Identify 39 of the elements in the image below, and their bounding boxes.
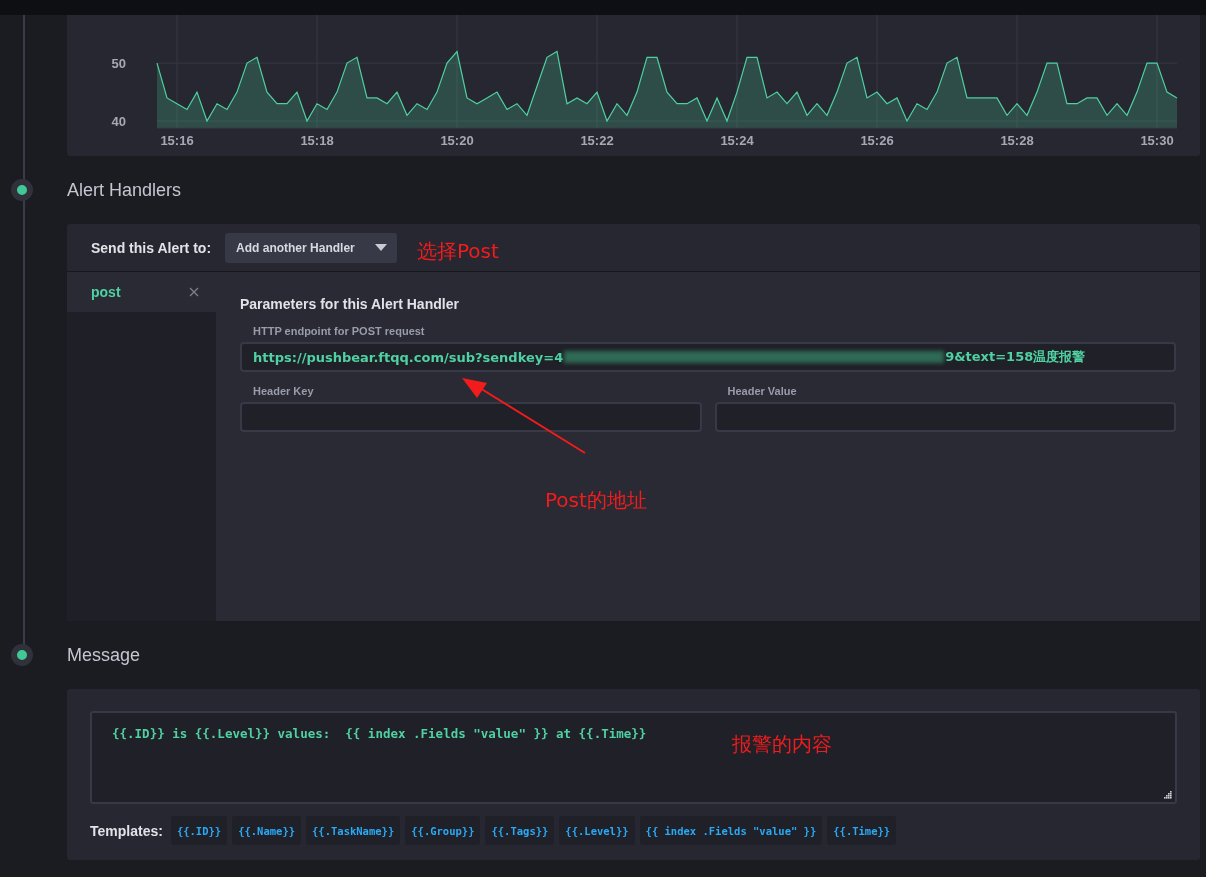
template-chip[interactable]: {{.Level}} xyxy=(559,816,635,845)
template-chip[interactable]: {{.ID}} xyxy=(170,816,228,845)
input-field[interactable] xyxy=(240,402,702,432)
template-chip[interactable]: {{.Name}} xyxy=(232,816,302,845)
url-field[interactable]: https://pushbear.ftqq.com/sub?sendkey=4 9&text=158温度报警 xyxy=(240,342,1176,372)
field-value: https://pushbear.ftqq.com/sub?sendkey=4 xyxy=(253,349,564,365)
handler-tab[interactable]: post xyxy=(67,272,216,312)
x-tick-label: 15:30 xyxy=(1140,133,1174,148)
x-tick-label: 15:24 xyxy=(720,133,754,148)
section-title: Message xyxy=(67,644,141,666)
x-tick-label: 15:22 xyxy=(580,133,614,148)
resize-grip-icon[interactable] xyxy=(1164,791,1172,799)
input-field[interactable] xyxy=(714,402,1176,432)
params-title: Parameters for this Alert Handler xyxy=(240,296,460,312)
x-tick-label: 15:16 xyxy=(160,133,194,148)
template-chip[interactable]: {{.Tags}} xyxy=(485,816,555,845)
send-label: Send this Alert to: xyxy=(91,239,212,256)
field-value: 9&text=158温度报警 xyxy=(945,348,1086,366)
field-label: HTTP endpoint for POST request xyxy=(252,325,426,337)
caret-icon xyxy=(374,244,387,251)
x-tick-label: 15:28 xyxy=(1000,133,1034,148)
template-chip[interactable]: {{ index .Fields "value" }} xyxy=(639,816,823,845)
template-chip[interactable]: {{.Group}} xyxy=(405,816,481,845)
x-tick-label: 15:20 xyxy=(440,133,474,148)
annotation-text: 报警的内容 xyxy=(732,732,832,756)
template-chip[interactable]: {{.Time}} xyxy=(827,816,897,845)
templates-label: Templates: xyxy=(90,822,163,839)
annotation-text: 选择Post xyxy=(417,239,499,263)
handler-dropdown[interactable]: Add another Handler xyxy=(225,232,397,263)
x-tick-label: 15:26 xyxy=(860,133,894,148)
field-label: Header Value xyxy=(726,385,798,397)
y-tick-label: 50 xyxy=(111,56,126,72)
y-tick-label: 40 xyxy=(111,114,126,130)
close-icon[interactable] xyxy=(189,287,199,297)
template-chip[interactable]: {{.TaskName}} xyxy=(306,816,401,845)
x-tick-label: 15:18 xyxy=(300,133,334,148)
annotation-text: Post的地址 xyxy=(545,487,647,514)
field-label: Header Key xyxy=(252,385,315,397)
section-title: Alert Handlers xyxy=(67,179,182,201)
